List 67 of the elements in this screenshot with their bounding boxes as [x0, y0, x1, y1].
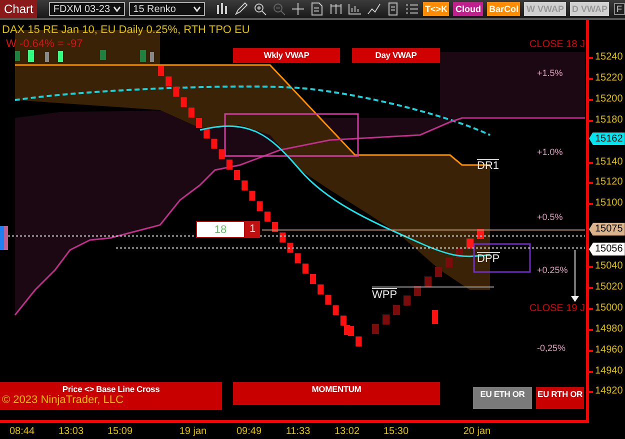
level-label: WPP	[372, 288, 398, 301]
level-label: -0,25%	[537, 343, 566, 353]
candles-icon[interactable]	[214, 2, 229, 16]
price-marker: 15056	[589, 242, 625, 256]
level-label: CLOSE 18 J	[529, 39, 585, 50]
price-label: 14980	[595, 323, 623, 334]
caret-icon	[192, 6, 201, 12]
brick-counter: 18	[196, 221, 245, 238]
time-label: 13:03	[58, 426, 84, 437]
price-marker: 15075	[589, 222, 625, 236]
zoom-in-icon[interactable]	[252, 2, 267, 16]
time-label: 11:33	[286, 426, 310, 437]
time-label: 15:09	[107, 426, 133, 437]
indicator-banner: MOMENTUM	[233, 382, 440, 405]
corner-button[interactable]: F	[614, 3, 625, 15]
level-label: +1.5%	[537, 68, 563, 78]
week-change: W -0.64% = -97	[6, 38, 83, 50]
price-label: 15200	[595, 93, 623, 104]
line-chart-icon[interactable]	[366, 2, 381, 16]
period-dropdown[interactable]: 15 Renko	[129, 2, 205, 16]
time-label: 08:44	[9, 426, 35, 437]
volume-marker-drawing	[0, 226, 8, 250]
price-marker: 15162	[589, 132, 625, 145]
price-label: 15120	[595, 176, 623, 188]
crosshair-icon[interactable]	[290, 2, 305, 16]
level-label: +1.0%	[537, 147, 563, 157]
indicator-banner: EU ETH OR	[473, 387, 532, 409]
level-label: DR1	[477, 159, 500, 172]
caret-icon	[113, 6, 122, 12]
price-label: 15240	[595, 52, 623, 62]
chart-header: DAX 15 RE Jan 10, EU Daily 0.25%, RTH TPO EU	[2, 24, 250, 36]
level-label: DPP	[477, 252, 500, 265]
indicator-banner: Wkly VWAP	[233, 48, 340, 63]
price-label: 15180	[595, 114, 623, 126]
document-icon[interactable]	[310, 2, 324, 16]
arrow-drawing	[571, 250, 579, 302]
time-label: 15:30	[383, 426, 409, 437]
pencil-icon[interactable]	[234, 2, 248, 16]
price-label: 14960	[595, 344, 623, 356]
time-label: 19 jan	[179, 426, 207, 437]
price-label: 15100	[595, 198, 623, 209]
copyright-text: © 2023 NinjaTrader, LLC	[2, 394, 124, 406]
pivot-box	[473, 243, 531, 273]
price-label: 14940	[595, 365, 623, 376]
price-label: 15040	[595, 260, 623, 272]
time-label: 20 jan	[463, 426, 491, 437]
indicator-banner: Day VWAP	[352, 48, 440, 63]
list-icon[interactable]	[404, 2, 419, 16]
bar-chart-icon[interactable]	[348, 2, 362, 16]
level-label: +0.25%	[537, 265, 568, 275]
price-label: 15220	[595, 72, 623, 84]
price-label: 15020	[595, 281, 623, 292]
columns-icon[interactable]	[328, 2, 343, 16]
price-label: 15000	[595, 302, 623, 314]
level-label: CLOSE 19 J	[529, 303, 585, 314]
indicator-banner: EU RTH OR	[536, 387, 584, 409]
time-label: 09:49	[236, 426, 262, 437]
chart-tab[interactable]: Chart	[0, 0, 38, 18]
level-label: +0.5%	[537, 212, 563, 222]
indicator-toggle[interactable]: Cloud	[453, 2, 483, 16]
brick-count-badge: 1	[245, 221, 260, 238]
price-label: 15140	[595, 156, 623, 167]
instrument-dropdown[interactable]: FDXM 03-23	[49, 2, 126, 16]
time-label: 13:02	[334, 426, 360, 437]
price-label: 14920	[595, 386, 623, 397]
document-icon[interactable]	[386, 2, 400, 16]
zoom-out-icon[interactable]	[272, 2, 286, 16]
